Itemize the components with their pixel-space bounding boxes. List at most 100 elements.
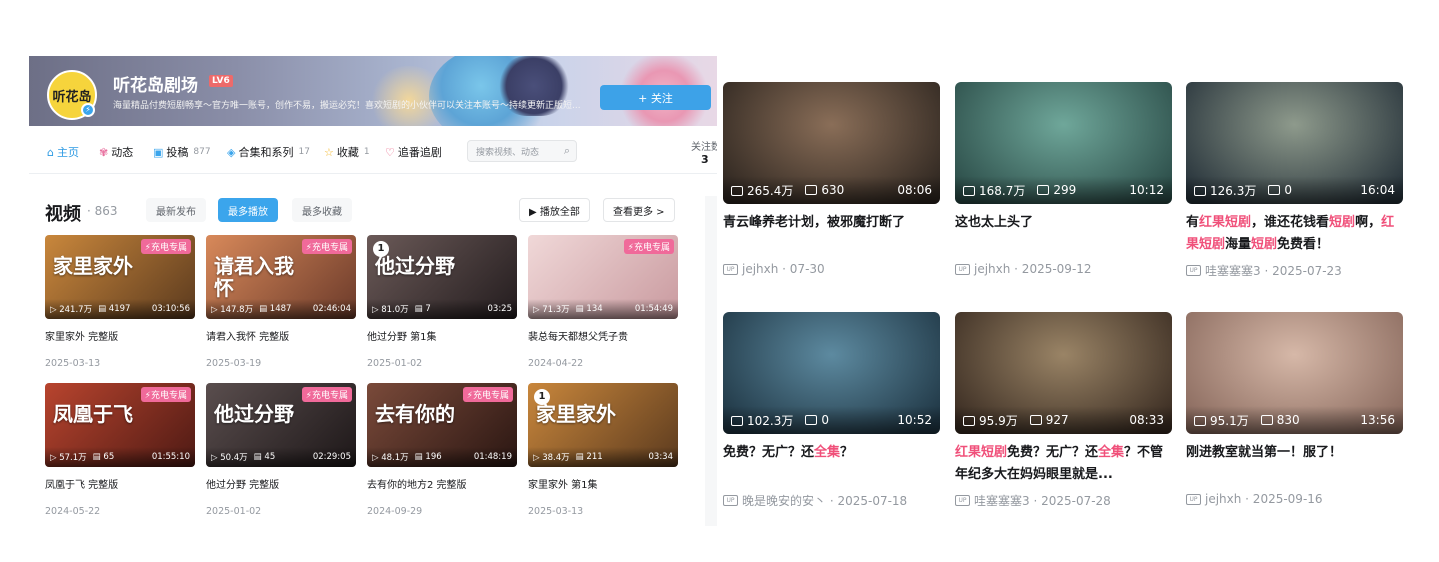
- result-thumbnail[interactable]: 102.3万 0 10:52: [723, 312, 940, 434]
- video-date: 2024-05-22: [45, 506, 101, 517]
- search-input[interactable]: 搜索视频、动态 ⌕: [467, 140, 577, 162]
- duration: 10:52: [897, 413, 932, 427]
- video-thumbnail[interactable]: 他过分野 1 ▷ 81.0万 ▤ 7 03:25: [367, 235, 517, 319]
- result-thumbnail[interactable]: 168.7万 299 10:12: [955, 82, 1172, 204]
- tab-favorites-count: 1: [363, 147, 370, 157]
- tab-bangumi[interactable]: ♡ 追番追剧: [385, 144, 442, 160]
- result-title[interactable]: 免费？无广？还全集？: [723, 442, 940, 486]
- following-count[interactable]: 3: [701, 153, 709, 166]
- video-card[interactable]: 家里家外 ⚡充电专属 ▷ 241.7万 ▤ 4197 03:10:56 家里家外 完整版 2…: [45, 235, 195, 369]
- charge-exclusive-badge: ⚡充电专属: [462, 387, 513, 402]
- tab-uploads[interactable]: ▣ 投稿 877: [153, 144, 211, 160]
- danmaku-count: ▤ 7: [414, 304, 431, 314]
- video-title[interactable]: 他过分野 第1集: [367, 328, 517, 343]
- video-thumbnail[interactable]: 他过分野 ⚡充电专属 ▷ 50.4万 ▤ 45 02:29:05: [206, 383, 356, 467]
- result-card[interactable]: 126.3万 0 16:04 有红果短剧，谁还花钱看短剧啊，红果短剧海量短剧免费看！ U…: [1186, 82, 1403, 279]
- tab-dynamic[interactable]: ✾ 动态: [99, 144, 133, 160]
- result-author[interactable]: UP 哇塞塞塞3 · 2025-07-28: [955, 492, 1172, 509]
- result-thumbnail[interactable]: 95.1万 830 13:56: [1186, 312, 1403, 434]
- sort-most-played-button[interactable]: 最多播放: [218, 198, 278, 222]
- result-title[interactable]: 刚进教室就当第一！服了！: [1186, 442, 1403, 486]
- video-card[interactable]: 家里家外 1 ▷ 38.4万 ▤ 211 03:34 家里家外 第1集 2025-03-13: [528, 383, 678, 517]
- video-card[interactable]: 请君入我怀 ⚡充电专属 ▷ 147.8万 ▤ 1487 02:46:04 请君入我怀 完整…: [206, 235, 356, 369]
- danmaku-icon: [805, 185, 818, 195]
- keyword-highlight: 短剧: [1251, 237, 1278, 252]
- video-stats: ▷ 71.3万 ▤ 134 01:54:49: [528, 299, 678, 319]
- result-title[interactable]: 这也太上头了: [955, 212, 1172, 256]
- video-thumbnail[interactable]: 请君入我怀 ⚡充电专属 ▷ 147.8万 ▤ 1487 02:46:04: [206, 235, 356, 319]
- view-more-button[interactable]: 查看更多 >: [603, 198, 675, 222]
- author-name-date: 哇塞塞塞3 · 2025-07-28: [974, 494, 1111, 508]
- result-card[interactable]: 102.3万 0 10:52 免费？无广？还全集？ UP 晚是晚安的安丶 · 2025-0…: [723, 312, 940, 509]
- video-title[interactable]: 去有你的地方2 完整版: [367, 476, 517, 491]
- result-thumbnail[interactable]: 95.9万 927 08:33: [955, 312, 1172, 434]
- verified-lightning-icon: ⚡: [81, 103, 95, 117]
- result-title[interactable]: 有红果短剧，谁还花钱看短剧啊，红果短剧海量短剧免费看！: [1186, 212, 1403, 256]
- video-title[interactable]: 裴总每天都想父凭子贵: [528, 328, 678, 343]
- video-thumbnail[interactable]: 家里家外 ⚡充电专属 ▷ 241.7万 ▤ 4197 03:10:56: [45, 235, 195, 319]
- video-card[interactable]: 他过分野 1 ▷ 81.0万 ▤ 7 03:25 他过分野 第1集 2025-01-02: [367, 235, 517, 369]
- video-date: 2025-01-02: [367, 358, 423, 369]
- video-thumbnail[interactable]: 去有你的 ⚡充电专属 ▷ 48.1万 ▤ 196 01:48:19: [367, 383, 517, 467]
- result-thumbnail[interactable]: 265.4万 630 08:06: [723, 82, 940, 204]
- follow-button[interactable]: + 关注: [600, 85, 711, 110]
- danmaku-count: 299: [1037, 183, 1076, 197]
- danmaku-icon: [1268, 185, 1281, 195]
- tab-collections[interactable]: ◈ 合集和系列 17: [227, 144, 310, 160]
- up-icon: UP: [1186, 265, 1201, 276]
- channel-name[interactable]: 听花岛剧场: [113, 71, 198, 96]
- sidebar-edge: [705, 196, 717, 526]
- search-icon[interactable]: ⌕: [564, 144, 570, 158]
- result-author[interactable]: UP jejhxh · 07-30: [723, 262, 940, 276]
- play-all-button[interactable]: ▶ 播放全部: [519, 198, 590, 222]
- channel-nav: ⌂ 主页 ✾ 动态 ▣ 投稿 877 ◈ 合集和系列 17 ☆ 收藏 1 ♡ 追…: [29, 126, 717, 174]
- duration: 10:12: [1129, 183, 1164, 197]
- title-text: 免费？无广？还: [723, 445, 815, 460]
- video-thumbnail[interactable]: ⚡充电专属 ▷ 71.3万 ▤ 134 01:54:49: [528, 235, 678, 319]
- result-card[interactable]: 265.4万 630 08:06 青云峰养老计划，被邪魔打断了 UP jejhxh · 0…: [723, 82, 940, 276]
- sort-most-fav-button[interactable]: 最多收藏: [292, 198, 352, 222]
- video-title[interactable]: 家里家外 第1集: [528, 476, 678, 491]
- danmaku-count: 630: [805, 183, 844, 197]
- video-thumbnail[interactable]: 凤凰于飞 ⚡充电专属 ▷ 57.1万 ▤ 65 01:55:10: [45, 383, 195, 467]
- episode-badge: 1: [534, 389, 550, 405]
- result-author[interactable]: UP jejhxh · 2025-09-12: [955, 262, 1172, 276]
- duration: 02:29:05: [312, 452, 351, 462]
- result-stats: 265.4万 630 08:06: [723, 176, 940, 204]
- tab-collections-label: 合集和系列: [238, 146, 294, 159]
- result-card[interactable]: 95.9万 927 08:33 红果短剧免费？无广？还全集？不管年纪多大在妈妈眼里就是…: [955, 312, 1172, 509]
- video-thumbnail[interactable]: 家里家外 1 ▷ 38.4万 ▤ 211 03:34: [528, 383, 678, 467]
- video-title[interactable]: 凤凰于飞 完整版: [45, 476, 195, 491]
- video-card[interactable]: 凤凰于飞 ⚡充电专属 ▷ 57.1万 ▤ 65 01:55:10 凤凰于飞 完整版 2024…: [45, 383, 195, 517]
- result-author[interactable]: UP 晚是晚安的安丶 · 2025-07-18: [723, 492, 940, 509]
- result-stats: 126.3万 0 16:04: [1186, 176, 1403, 204]
- tab-favorites[interactable]: ☆ 收藏 1: [324, 144, 370, 160]
- video-title[interactable]: 他过分野 完整版: [206, 476, 356, 491]
- danmaku-count: ▤ 65: [92, 452, 115, 462]
- author-name-date: jejhxh · 2025-09-16: [1205, 492, 1323, 506]
- sort-newest-button[interactable]: 最新发布: [146, 198, 206, 222]
- thumbnail-title-art: 凤凰于飞: [53, 402, 133, 426]
- tab-uploads-label: 投稿: [166, 146, 189, 159]
- result-stats: 102.3万 0 10:52: [723, 406, 940, 434]
- result-author[interactable]: UP jejhxh · 2025-09-16: [1186, 492, 1403, 506]
- video-card[interactable]: 去有你的 ⚡充电专属 ▷ 48.1万 ▤ 196 01:48:19 去有你的地方2 完整版…: [367, 383, 517, 517]
- danmaku-count: ▤ 1487: [259, 304, 292, 314]
- play-count: ▷ 147.8万: [211, 305, 254, 315]
- result-title[interactable]: 青云峰养老计划，被邪魔打断了: [723, 212, 940, 256]
- result-author[interactable]: UP 哇塞塞塞3 · 2025-07-23: [1186, 262, 1403, 279]
- result-card[interactable]: 95.1万 830 13:56 刚进教室就当第一！服了！ UP jejhxh · 2025…: [1186, 312, 1403, 506]
- play-count: ▷ 57.1万: [50, 453, 87, 463]
- tab-collections-count: 17: [298, 147, 310, 157]
- result-thumbnail[interactable]: 126.3万 0 16:04: [1186, 82, 1403, 204]
- video-title[interactable]: 请君入我怀 完整版: [206, 328, 356, 343]
- play-count: 102.3万: [731, 412, 793, 429]
- video-card[interactable]: ⚡充电专属 ▷ 71.3万 ▤ 134 01:54:49 裴总每天都想父凭子贵 2024-…: [528, 235, 678, 369]
- result-title[interactable]: 红果短剧免费？无广？还全集？不管年纪多大在妈妈眼里就是...: [955, 442, 1172, 486]
- video-title[interactable]: 家里家外 完整版: [45, 328, 195, 343]
- result-card[interactable]: 168.7万 299 10:12 这也太上头了 UP jejhxh · 2025-09-1…: [955, 82, 1172, 276]
- tab-home[interactable]: ⌂ 主页: [47, 144, 79, 160]
- play-count: ▷ 50.4万: [211, 453, 248, 463]
- author-name-date: jejhxh · 07-30: [742, 262, 825, 276]
- video-card[interactable]: 他过分野 ⚡充电专属 ▷ 50.4万 ▤ 45 02:29:05 他过分野 完整版 2025…: [206, 383, 356, 517]
